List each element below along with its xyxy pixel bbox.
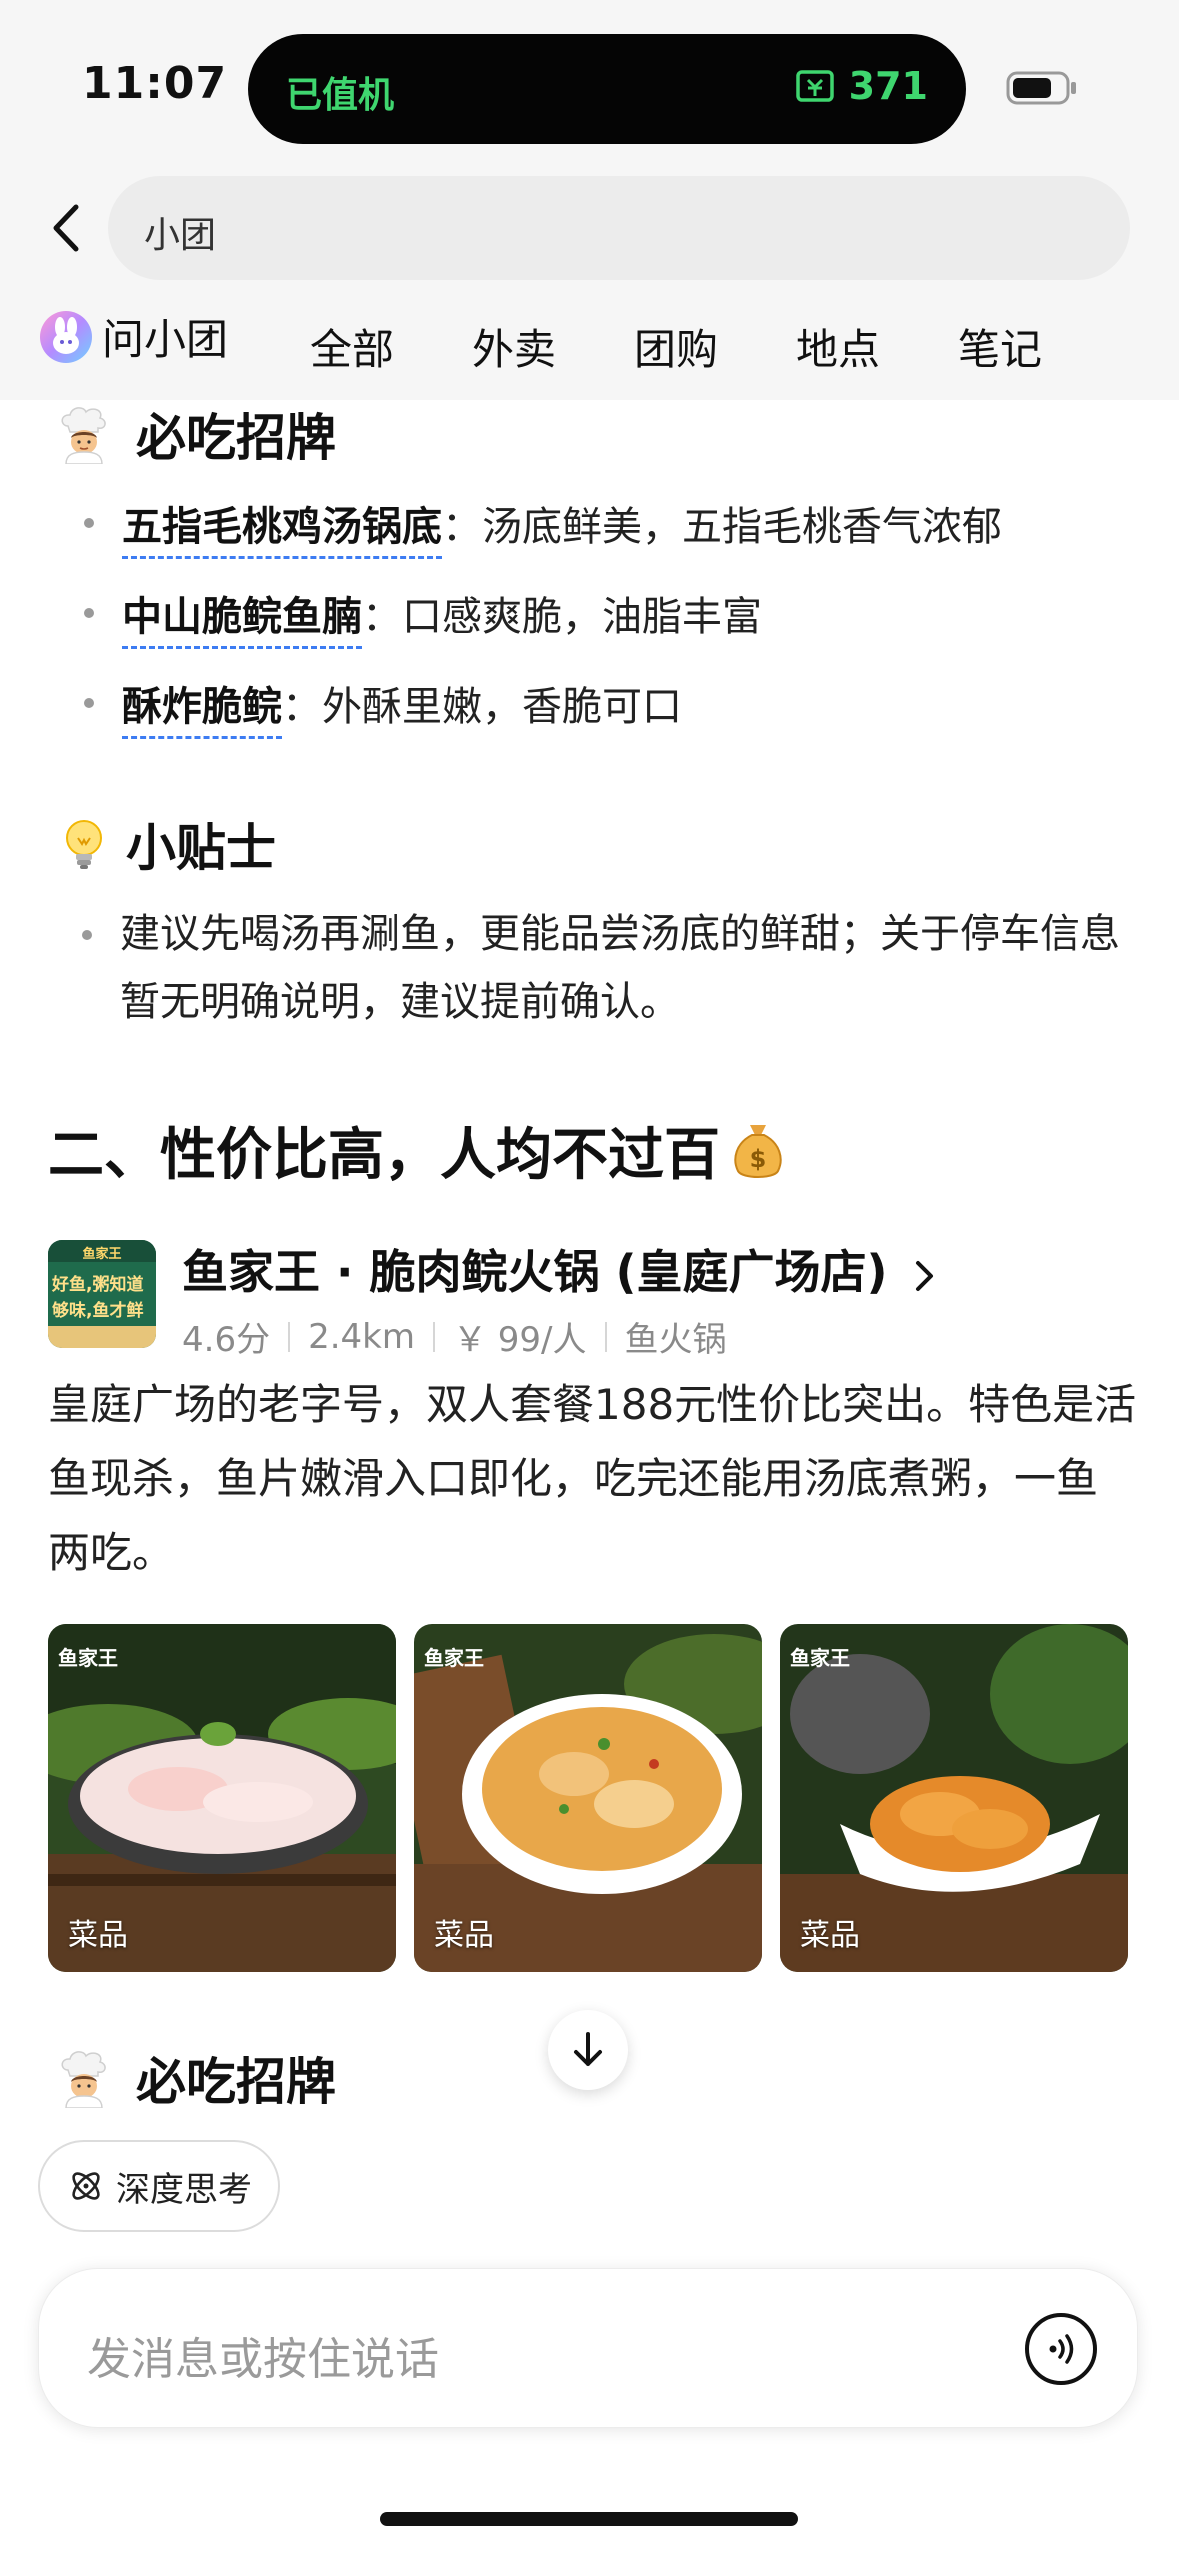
dynamic-island[interactable]: 已值机 371: [248, 34, 966, 144]
atom-icon: [72, 2172, 100, 2200]
dish-photo-2[interactable]: 鱼家王 菜品: [414, 1624, 762, 1972]
home-indicator[interactable]: [380, 2512, 798, 2526]
dish-photo-1[interactable]: 鱼家王 菜品: [48, 1624, 396, 1972]
tips-title: 小贴士: [126, 819, 276, 877]
must-eat-heading-2: 必吃招牌: [54, 2042, 336, 2114]
shop-meta: 4.6分 2.4km ￥ 99/人 鱼火锅: [182, 1312, 727, 1361]
list-item: 中山脆鲩鱼腩：口感爽脆，油脂丰富: [84, 584, 762, 649]
dish-photo-3[interactable]: 鱼家王 菜品: [780, 1624, 1128, 1972]
dish-desc: ：口感爽脆，油脂丰富: [362, 594, 762, 640]
must-eat-title-2: 必吃招牌: [136, 2053, 336, 2111]
shop-category: 鱼火锅: [624, 1320, 727, 1360]
tab-ask-xiaotuan-label: 问小团: [99, 306, 231, 371]
chevron-left-icon: [53, 204, 79, 252]
shop-name-link[interactable]: 鱼家王 · 脆肉鲩火锅 (皇庭广场店): [182, 1236, 936, 1302]
arrow-down-icon: [574, 2032, 602, 2066]
back-button[interactable]: [40, 198, 90, 258]
svg-text:$: $: [750, 1145, 767, 1173]
voice-wave-icon: [1049, 2334, 1074, 2364]
dish-desc: ：外酥里嫩，香脆可口: [282, 684, 682, 730]
tab-ask-xiaotuan[interactable]: 问小团: [38, 306, 231, 371]
search-nav: 小团: [0, 176, 1179, 280]
shop-logo-slogan-1: 好鱼,粥知道: [52, 1275, 144, 1295]
island-checkin-status: 已值机: [286, 75, 395, 116]
divider: [288, 1321, 291, 1352]
section-title-text: 二、性价比高，人均不过百: [48, 1123, 720, 1188]
shop-name: 鱼家王 · 脆肉鲩火锅 (皇庭广场店): [182, 1245, 888, 1299]
shop-description: 皇庭广场的老字号，双人套餐188元性价比突出。特色是活鱼现杀，鱼片嫩滑入口即化，…: [48, 1380, 1137, 1577]
message-placeholder: 发消息或按住说话: [87, 2334, 439, 2385]
dish-link[interactable]: 五指毛桃鸡汤锅底: [122, 504, 442, 559]
tab-bar: 问小团 全部 外卖 团购 地点 笔记: [0, 306, 1179, 386]
photo-brand: 鱼家王: [790, 1646, 850, 1670]
tab-group-buy[interactable]: 团购: [634, 316, 718, 377]
photo-label: 菜品: [800, 1918, 860, 1953]
island-points-value: 371: [848, 64, 928, 108]
search-input-text: 小团: [144, 215, 217, 256]
photo-label: 菜品: [68, 1918, 128, 1953]
tab-all[interactable]: 全部: [310, 316, 394, 377]
photo-brand: 鱼家王: [58, 1646, 118, 1670]
must-eat-heading: 必吃招牌: [54, 398, 336, 470]
shop-price: ￥ 99/人: [452, 1320, 587, 1360]
lightbulb-icon: [66, 820, 102, 869]
battery-icon: [1006, 71, 1076, 105]
photo-brand: 鱼家王: [424, 1646, 484, 1670]
status-time: 11:07: [82, 58, 228, 109]
must-eat-title: 必吃招牌: [136, 409, 336, 467]
dish-link[interactable]: 酥炸脆鲩: [122, 684, 282, 739]
xiaotuan-bot-icon: [40, 310, 92, 363]
chef-icon: [61, 407, 106, 464]
shop-logo-slogan-2: 够味,鱼才鲜: [52, 1301, 144, 1321]
chef-icon: [61, 2051, 106, 2108]
top-area: 11:07 已值机 371 小团 问小团 全部 外卖 团购 地点 笔记: [0, 0, 1179, 400]
shop-logo-brand: 鱼家王: [82, 1247, 122, 1262]
photo-label: 菜品: [434, 1918, 494, 1953]
chevron-right-icon: [915, 1260, 933, 1291]
tips-heading: 小贴士: [54, 808, 276, 880]
money-bag-icon: $: [734, 1124, 782, 1178]
deep-think-label: 深度思考: [116, 2169, 252, 2210]
shop-logo[interactable]: 鱼家王 好鱼,粥知道 够味,鱼才鲜: [48, 1240, 156, 1348]
shop-distance: 2.4km: [308, 1316, 415, 1357]
search-input[interactable]: 小团: [108, 176, 1130, 280]
tab-takeout[interactable]: 外卖: [472, 316, 556, 377]
tab-places[interactable]: 地点: [796, 316, 880, 377]
voice-button[interactable]: [1025, 2313, 1097, 2385]
shop-rating: 4.6分: [182, 1320, 271, 1360]
scroll-down-button[interactable]: [548, 2010, 628, 2090]
island-points: 371: [795, 64, 928, 108]
deep-think-button[interactable]: 深度思考: [38, 2140, 280, 2232]
tab-notes[interactable]: 笔记: [958, 316, 1042, 377]
dish-desc: ：汤底鲜美，五指毛桃香气浓郁: [442, 504, 1002, 550]
section-title: 二、性价比高，人均不过百 $: [48, 1110, 788, 1191]
divider: [432, 1321, 435, 1352]
message-input[interactable]: 发消息或按住说话: [38, 2268, 1138, 2428]
divider: [604, 1321, 607, 1352]
list-item: 酥炸脆鲩：外酥里嫩，香脆可口: [84, 674, 682, 739]
coupon-icon: [795, 70, 834, 102]
tip-text: 建议先喝汤再涮鱼，更能品尝汤底的鲜甜；关于停车信息暂无明确说明，建议提前确认。: [82, 900, 1130, 1036]
list-item: 五指毛桃鸡汤锅底：汤底鲜美，五指毛桃香气浓郁: [84, 494, 1002, 559]
dish-link[interactable]: 中山脆鲩鱼腩: [122, 594, 362, 649]
